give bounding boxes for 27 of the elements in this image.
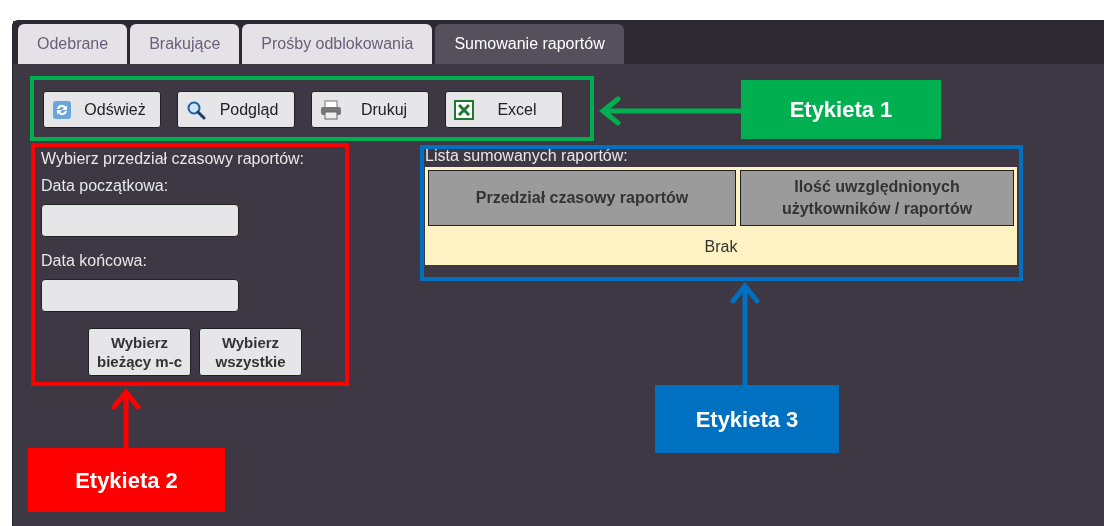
section-title: Wybierz przedział czasowy raportów: bbox=[41, 149, 306, 169]
search-icon bbox=[186, 99, 206, 120]
tab[interactable]: Odebrane bbox=[18, 24, 128, 64]
tab[interactable]: Prośby odblokowania bbox=[242, 24, 433, 64]
column-header: Przedział czasowy raportów bbox=[428, 170, 736, 226]
column-header: Ilość uwzględnionych użytkowników / raportów bbox=[740, 170, 1014, 226]
callout-label: Etykieta 1 bbox=[741, 80, 941, 139]
field-label: Data końcowa: bbox=[41, 251, 148, 271]
select-button[interactable]: Wybierz bieżący m-c bbox=[88, 328, 191, 376]
printer-icon bbox=[320, 99, 342, 120]
spreadsheet-icon bbox=[454, 99, 474, 120]
callout-label: Etykieta 2 bbox=[28, 448, 225, 512]
tab[interactable]: Brakujące bbox=[130, 24, 240, 64]
date-field[interactable] bbox=[41, 204, 239, 237]
empty-message: Brak bbox=[703, 237, 739, 257]
tab[interactable]: Sumowanie raportów bbox=[435, 24, 624, 64]
date-field[interactable] bbox=[41, 279, 239, 312]
field-label: Data początkowa: bbox=[41, 176, 170, 196]
toolbar-button[interactable]: Odśwież bbox=[43, 91, 161, 128]
select-button[interactable]: Wybierz wszystkie bbox=[199, 328, 302, 376]
section-title: Lista sumowanych raportów: bbox=[425, 147, 629, 165]
arrow bbox=[111, 388, 141, 450]
callout-label: Etykieta 3 bbox=[655, 385, 839, 453]
refresh-icon bbox=[52, 99, 72, 120]
toolbar-button[interactable]: Podgląd bbox=[177, 91, 295, 128]
toolbar-button[interactable]: Drukuj bbox=[311, 91, 429, 128]
toolbar-button[interactable]: Excel bbox=[445, 91, 563, 128]
